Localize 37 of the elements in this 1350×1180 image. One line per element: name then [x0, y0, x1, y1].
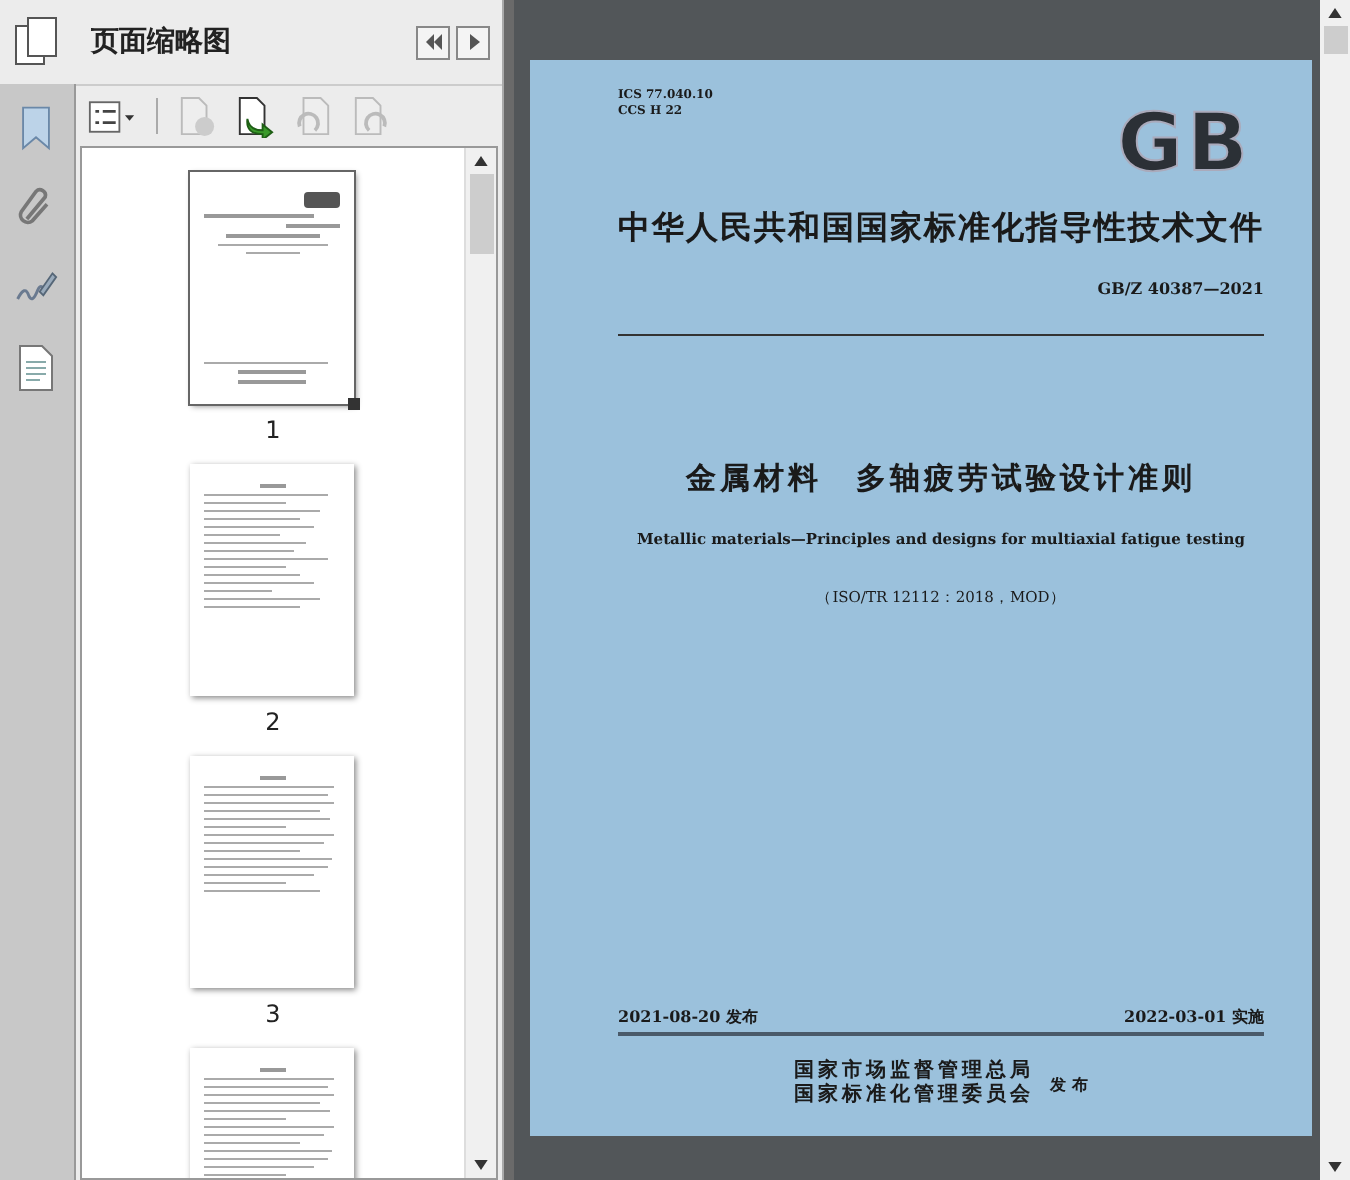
pages-icon[interactable]: [13, 16, 62, 68]
splitter-handle[interactable]: [502, 0, 514, 1180]
issuer-name: 国家标准化管理委员会: [794, 1084, 1035, 1108]
page-number: 2: [265, 708, 281, 736]
document-title: 金属材料 多轴疲劳试验设计准则: [686, 460, 1196, 498]
scroll-down-icon[interactable]: [1328, 1162, 1342, 1172]
current-page-marker: [348, 398, 361, 410]
logo-icon: [304, 192, 341, 208]
scroll-up-icon[interactable]: [1328, 8, 1342, 18]
scroll-thumb[interactable]: [469, 174, 494, 254]
page-thumbnail[interactable]: [190, 756, 355, 988]
document-category: 中华人民共和国国家标准化指导性技术文件: [618, 208, 1264, 250]
insert-page-icon[interactable]: [235, 95, 274, 137]
standard-code: GB/Z 40387—2021: [1097, 278, 1264, 298]
scrollbar[interactable]: [1320, 0, 1350, 1180]
expand-button[interactable]: [456, 25, 491, 59]
collapse-button[interactable]: [416, 25, 451, 59]
rotate-right-icon[interactable]: [351, 95, 390, 137]
scroll-down-icon[interactable]: [474, 1160, 489, 1170]
document-icon[interactable]: [14, 344, 59, 392]
page-number: 1: [265, 416, 281, 444]
options-button[interactable]: [87, 99, 136, 133]
double-left-triangle-icon: [423, 34, 444, 50]
page-thumbnail[interactable]: [190, 172, 355, 404]
issue-label: 发 布: [1050, 1073, 1088, 1095]
issue-date: 2021-08-20 发布: [618, 1006, 758, 1028]
rotate-left-icon[interactable]: [293, 95, 332, 137]
scrollbar[interactable]: [464, 148, 497, 1178]
gb-logo: GB: [1117, 104, 1252, 184]
panel-title: 页面缩略图: [91, 24, 234, 60]
scroll-up-icon[interactable]: [474, 156, 489, 166]
delete-page-icon[interactable]: [177, 95, 216, 137]
scroll-thumb[interactable]: [1323, 26, 1347, 54]
page-number: 3: [265, 1000, 281, 1028]
page-thumbnail[interactable]: [190, 464, 355, 696]
effective-date: 2022-03-01 实施: [1124, 1006, 1264, 1028]
issuer-name: 国家市场监督管理总局: [794, 1060, 1035, 1082]
